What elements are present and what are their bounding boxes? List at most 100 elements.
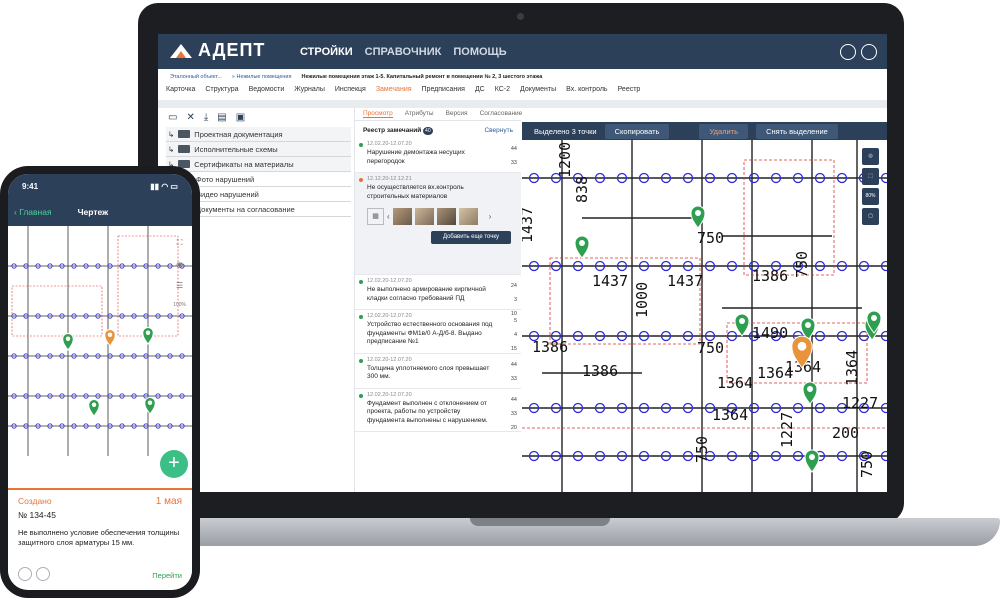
new-folder-icon[interactable]: ▭: [168, 112, 177, 123]
tree-item[interactable]: ↳ Проектная документация: [166, 127, 351, 142]
clear-selection-button[interactable]: Снять выделение: [756, 123, 838, 139]
pin-center: [91, 402, 97, 407]
back-button[interactable]: ‹ Главная: [14, 207, 52, 217]
tab-struktura[interactable]: Структура: [205, 86, 238, 93]
add-point-button[interactable]: Добавить еще точку: [431, 231, 511, 244]
comments-count: 3: [513, 297, 517, 303]
user-icon[interactable]: [840, 44, 856, 60]
delete-button[interactable]: Удалить: [699, 123, 749, 139]
gallery-icon[interactable]: ▦: [367, 208, 384, 225]
image-icon[interactable]: ▣: [236, 112, 245, 123]
remark-pin[interactable]: [802, 381, 818, 405]
remark-card[interactable]: 12.02.20-12.07.20 Устройство естественно…: [355, 310, 521, 354]
breadcrumb-item[interactable]: » Нежилые помещения: [232, 74, 292, 80]
remark-pin[interactable]: [690, 205, 706, 229]
object-tabs: Карточка Структура Ведомости Журналы Инс…: [166, 86, 640, 93]
tab-reestr[interactable]: Реестр: [618, 86, 641, 93]
dimension-label: 1386: [752, 267, 788, 285]
tab-prosmotr[interactable]: Просмотр: [363, 110, 393, 118]
photo-thumb[interactable]: [436, 208, 456, 225]
tab-soglasovanie[interactable]: Согласование: [480, 110, 523, 118]
remark-text: Не выполнено армирование кирпичной кладк…: [367, 286, 486, 302]
next-arrow-icon[interactable]: ›: [489, 212, 492, 221]
remark-description: Не выполнено условие обеспечения толщины…: [18, 528, 180, 547]
floor-plan-drawing[interactable]: 750120083814371437 1437 138613861386 750136…: [522, 108, 887, 492]
tab-ds[interactable]: ДС: [475, 86, 485, 93]
eye-icon[interactable]: ◉: [173, 260, 186, 269]
pin-icon[interactable]: [36, 567, 50, 581]
photo-thumb[interactable]: [458, 208, 478, 225]
drawing-viewer[interactable]: 750 1200 838 1437 1437 1437 1386 1386 1386 750 136…: [522, 108, 887, 492]
nav-spravochnik[interactable]: СПРАВОЧНИК: [365, 46, 442, 58]
remark-pin[interactable]: [144, 397, 156, 415]
nav-stroyki[interactable]: СТРОЙКИ: [300, 46, 353, 58]
tab-predpisania[interactable]: Предписания: [422, 86, 465, 93]
fullscreen-icon[interactable]: ⛶: [173, 238, 186, 248]
tab-versia[interactable]: Версия: [446, 110, 468, 118]
phone-map-tools: ⛶ ◉ ☰ 100%: [173, 238, 186, 308]
brand-logo[interactable]: АДЕПТ: [170, 40, 265, 61]
remark-pin[interactable]: [574, 235, 590, 259]
top-bar: АДЕПТ СТРОЙКИ СПРАВОЧНИК ПОМОЩЬ: [158, 34, 887, 69]
tab-zamechania[interactable]: Замечания: [376, 86, 412, 93]
pin-center: [695, 210, 701, 216]
download-icon[interactable]: ⤓: [204, 112, 208, 123]
laptop-notch: [470, 518, 610, 526]
add-remark-button[interactable]: +: [160, 450, 188, 478]
tree-item[interactable]: ↳ Сертификаты на материалы: [166, 157, 351, 172]
breadcrumb-item[interactable]: Эталонный объект...: [170, 74, 222, 80]
comments-count: 4: [513, 332, 517, 338]
selection-toolbar: Выделено 3 точки Скопировать Удалить Сня…: [522, 122, 887, 140]
remark-card-selected[interactable]: 12.12.20-12.12.21 Не осуществляется вх.к…: [355, 173, 521, 275]
tree-item-label: Видео нарушений: [196, 189, 259, 199]
copy-button[interactable]: Скопировать: [604, 123, 670, 139]
tab-inspekcia[interactable]: Инспекця: [335, 86, 366, 93]
crop-icon[interactable]: ⬚: [862, 168, 879, 185]
main-nav: СТРОЙКИ СПРАВОЧНИК ПОМОЩЬ: [300, 46, 507, 58]
tree-item-label: Сертификаты на материалы: [194, 159, 294, 169]
photo-thumb[interactable]: [392, 208, 412, 225]
tab-kartochka[interactable]: Карточка: [166, 86, 195, 93]
remark-pin[interactable]: [104, 329, 116, 347]
tab-dokumenty[interactable]: Документы: [520, 86, 556, 93]
nav-pomosch[interactable]: ПОМОЩЬ: [453, 46, 506, 58]
remark-card[interactable]: 12.02.20-12.07.20 Не выполнено армирован…: [355, 275, 521, 317]
pin-center: [65, 336, 71, 341]
go-link[interactable]: Перейти: [152, 571, 182, 580]
photo-thumb[interactable]: [414, 208, 434, 225]
close-icon[interactable]: ✕: [186, 112, 194, 123]
dimension-label: 750: [697, 339, 724, 357]
tree-item[interactable]: ↳ Исполнительные схемы: [166, 142, 351, 157]
logo-icon: [170, 43, 192, 58]
fit-icon[interactable]: ▢: [862, 208, 879, 225]
tab-zhurnaly[interactable]: Журналы: [294, 86, 325, 93]
phone-drawing[interactable]: ⛶ ◉ ☰ 100%: [8, 226, 192, 464]
remark-pin[interactable]: [88, 399, 100, 417]
bell-icon[interactable]: [861, 44, 877, 60]
tab-ks2[interactable]: КС-2: [495, 86, 510, 93]
tab-vedomosti[interactable]: Ведомости: [249, 86, 285, 93]
camera-icon[interactable]: [18, 567, 32, 581]
tab-atributy[interactable]: Атрибуты: [405, 110, 434, 118]
tab-vh-kontrol[interactable]: Вх. контроль: [566, 86, 607, 93]
pin-center: [579, 240, 585, 246]
remark-card[interactable]: 12.02.20-12.07.20 Фундамент выполнен с о…: [355, 389, 521, 435]
zoom-level[interactable]: 80%: [862, 188, 879, 205]
phone-floor-plan[interactable]: [8, 226, 192, 464]
collapse-link[interactable]: Свернуть: [484, 127, 513, 134]
remarks-panel: Просмотр Атрибуты Версия Согласование Ре…: [354, 108, 523, 492]
remark-pin[interactable]: [734, 313, 750, 337]
remark-pin[interactable]: [804, 449, 820, 473]
prev-arrow-icon[interactable]: ‹: [387, 212, 390, 221]
remark-card[interactable]: 12.02.20-12.07.20 Толщина уплотняемого с…: [355, 354, 521, 389]
locate-icon[interactable]: ◎: [862, 148, 879, 165]
list-icon[interactable]: ☰: [173, 281, 186, 290]
dimension-label: 1437: [667, 272, 703, 290]
remark-pin[interactable]: [62, 333, 74, 351]
remark-meta: 44 33 20: [511, 393, 517, 435]
remark-pin[interactable]: [142, 327, 154, 345]
folder-icon[interactable]: ▤: [217, 112, 226, 123]
dimension-label: 1490: [752, 324, 788, 342]
separator: [158, 100, 887, 108]
remark-card[interactable]: 12.02.20-12.07.20 Нарушение демонтажа не…: [355, 138, 521, 180]
